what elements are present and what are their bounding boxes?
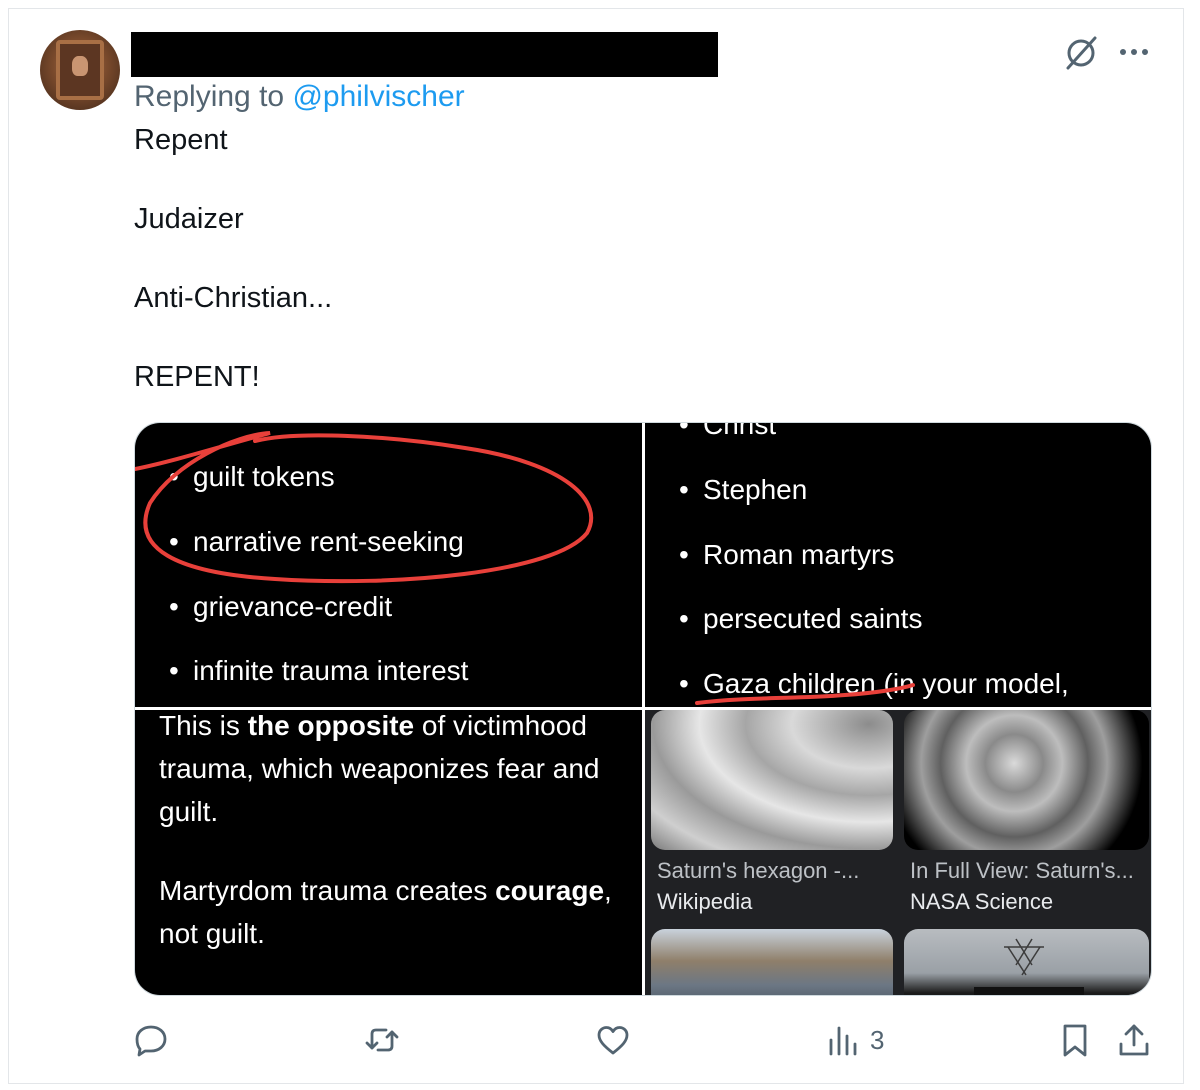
like-icon (597, 1026, 629, 1055)
media-image-4[interactable]: Saturn's hexagon -... Wikipedia In Full … (645, 710, 1151, 995)
retweet-button[interactable] (364, 1020, 400, 1060)
post-text-line-4: REPENT! (134, 361, 260, 393)
result-source: Wikipedia (657, 889, 753, 914)
media-image-2[interactable]: Christ Stephen Roman martyrs persecuted … (645, 423, 1151, 707)
reply-prefix: Replying to (134, 80, 285, 113)
avatar[interactable] (40, 30, 120, 110)
share-icon (1119, 1024, 1149, 1056)
views-button[interactable]: 3 (826, 1020, 884, 1060)
saturn-hexagon-thumbnail[interactable] (904, 710, 1149, 850)
media-image-3[interactable]: This is the opposite of victimhood traum… (135, 710, 642, 995)
symbol-icon (974, 938, 1084, 995)
post-text-line-1: Repent (134, 124, 228, 156)
result-title[interactable]: In Full View: Saturn's... (910, 858, 1134, 884)
redacted-author-name (131, 32, 718, 77)
result-title[interactable]: Saturn's hexagon -... (657, 858, 859, 884)
grok-icon[interactable] (1062, 34, 1100, 72)
sculpture-thumbnail[interactable] (651, 929, 893, 995)
list-item: infinite trauma interest (169, 655, 469, 687)
like-button[interactable] (595, 1020, 631, 1060)
list-item: Christ (679, 423, 776, 441)
list-item: grievance-credit (169, 591, 392, 623)
list-item: persecuted saints (679, 603, 923, 635)
bookmark-button[interactable] (1057, 1020, 1093, 1060)
reply-icon (135, 1025, 167, 1057)
retweet-icon (365, 1028, 399, 1052)
post-text-line-3: Anti-Christian... (134, 282, 333, 314)
views-count: 3 (870, 1024, 885, 1055)
reply-context: Replying to @philvischer (134, 80, 465, 114)
result-source: NASA Science (910, 889, 1054, 914)
bookmark-icon (1063, 1024, 1087, 1057)
list-item: narrative rent-seeking (169, 526, 464, 558)
saturn-thumbnail[interactable] (651, 710, 893, 850)
list-item: Roman martyrs (679, 539, 894, 571)
paragraph: Martyrdom trauma creates courage, not gu… (159, 875, 612, 949)
post-text-line-2: Judaizer (134, 203, 244, 235)
symbol-thumbnail[interactable] (904, 929, 1149, 995)
reply-button[interactable] (133, 1020, 169, 1060)
list-item: guilt tokens (169, 461, 335, 493)
list-item: Stephen (679, 474, 807, 506)
list-item: Gaza children (in your model, (679, 668, 1069, 700)
share-button[interactable] (1116, 1020, 1152, 1060)
media-image-1[interactable]: guilt tokens narrative rent-seeking grie… (135, 423, 642, 707)
paragraph: This is the opposite of victimhood traum… (159, 710, 600, 827)
views-icon (829, 1026, 857, 1056)
media-grid: guilt tokens narrative rent-seeking grie… (134, 422, 1152, 996)
more-icon[interactable] (1118, 36, 1150, 68)
reply-handle-link[interactable]: @philvischer (292, 80, 464, 113)
